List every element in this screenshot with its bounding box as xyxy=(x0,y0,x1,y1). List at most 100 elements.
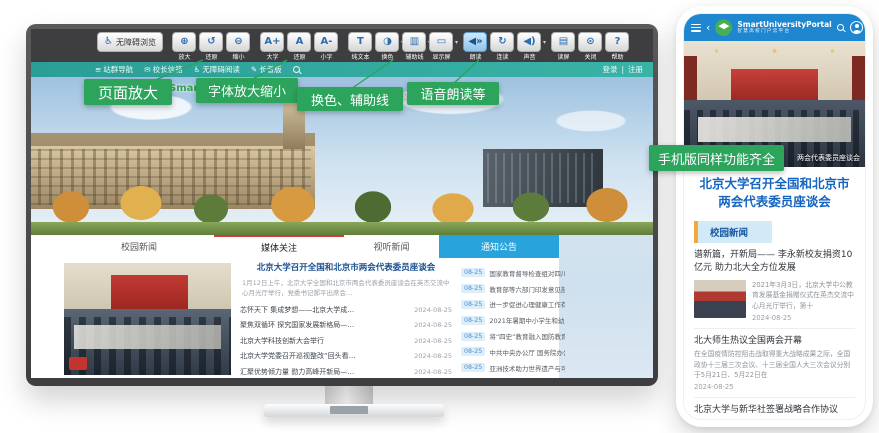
toolbar-button-page-restore[interactable]: ↺ 还原 xyxy=(198,32,225,63)
toolbar-button-zoom-in[interactable]: ⊕放大 xyxy=(171,32,198,63)
news-item-date: 2024-08-25 xyxy=(414,321,452,329)
news-list-item[interactable]: 汇聚优势倾力量 勠力高峰开新局—…2024-08-25 xyxy=(240,364,452,378)
button-label: 小字 xyxy=(315,54,338,62)
news-list-item[interactable]: 北京大学科技创新大会举行2024-08-25 xyxy=(240,333,452,349)
news-item-date: 2024-08-25 xyxy=(414,337,452,345)
news-headline[interactable]: 北京大学召开全国和北京市两会代表委员座谈会 xyxy=(240,263,452,275)
chevron-down-icon[interactable]: ▾ xyxy=(455,39,458,46)
news-item-title: 聚焦双循环 探究国家发展新格局—… xyxy=(240,320,354,330)
subnav-president-mailbox[interactable]: ✉校长信箱 xyxy=(144,64,182,75)
speaker-icon: ◀» xyxy=(463,32,487,52)
news-item-date: 2024-08-25 xyxy=(414,306,452,314)
subnav-accessible-reading[interactable]: ♿无障碍阅读 xyxy=(194,64,240,75)
news-list-item[interactable]: 北京大学党委召开巡视整改“回头看…2024-08-25 xyxy=(240,349,452,365)
notice-text: 中共中央办公厅 国务院办公… xyxy=(489,347,565,357)
notice-item[interactable]: 08-25亚洲技术助力世界遗产与可持… xyxy=(461,360,565,376)
toolbar-button-font-smaller[interactable]: A-小字 xyxy=(313,32,340,63)
photo-tables xyxy=(74,325,221,350)
monitor-stand-slot xyxy=(330,406,368,414)
notice-item[interactable]: 08-252021年暑期中小学生和幼儿 xyxy=(461,312,565,328)
subnav-site-navigation[interactable]: ≡站群导航 xyxy=(95,64,133,75)
notice-date-badge: 08-25 xyxy=(461,347,485,356)
brand-subtitle: 智慧高校门户云平台 xyxy=(737,29,831,34)
user-avatar-icon[interactable] xyxy=(850,21,863,34)
tab-notices[interactable]: 通知公告 xyxy=(439,235,559,258)
login-link[interactable]: 登录 xyxy=(602,64,617,75)
toolbar-button-help[interactable]: ?帮助 xyxy=(604,32,631,63)
news-tabs: 校园新闻 媒体关注 视听新闻 通知公告 xyxy=(64,235,559,258)
chevron-down-icon[interactable]: ▾ xyxy=(543,39,546,46)
hero-lawn xyxy=(31,222,653,235)
callout-font-resize: 字体放大缩小 xyxy=(196,78,298,103)
mobile-header: ‹ SmartUniversityPortal 智慧高校门户云平台 xyxy=(684,14,865,41)
toolbar-button-font-restore[interactable]: A还原 xyxy=(286,32,313,63)
article-title[interactable]: 北大师生热议全国两会开幕 xyxy=(694,335,855,349)
toolbar-button-font-larger[interactable]: A+大字 xyxy=(259,32,286,63)
mobile-article: 北大师生热议全国两会开幕 在全国疫情防控阻击战取得重大战略成果之际，全国政协十三… xyxy=(684,335,865,391)
toolbar-button-screen-reader[interactable]: ▤ 读屏 xyxy=(550,32,577,63)
accessibility-toolbar: ♿ 无障碍浏览 ⊕放大 ↺ 还原 ⊖缩小 A+大字 A还原 A-小字 T纯文本 ◑… xyxy=(31,29,653,62)
toolbar-button-voice-sound[interactable]: ◀)▾ 声音 xyxy=(516,32,543,63)
notice-date-badge: 08-25 xyxy=(461,268,485,277)
notice-date-badge: 08-25 xyxy=(461,332,485,341)
news-item-title: 北京大学党委召开巡视整改“回头看… xyxy=(240,351,356,361)
notice-item[interactable]: 08-25进一步促进心理健康工作有效… xyxy=(461,297,565,313)
article-title[interactable]: 北京大学与新华社签署战略合作协议 xyxy=(694,404,855,418)
button-label: 缩小 xyxy=(227,54,250,62)
toolbar-button-continuous-read[interactable]: ↻连读 xyxy=(489,32,516,63)
toolbar-button-guide-line[interactable]: ▥▾辅助线 xyxy=(401,32,428,63)
mobile-article: 北京大学与新华社签署战略合作协议 xyxy=(684,404,865,418)
volume-icon: ◀) xyxy=(517,32,541,52)
back-chevron-icon[interactable]: ‹ xyxy=(706,22,710,33)
toolbar-group-display: T纯文本 ◑▾换色 ▥▾辅助线 ▭▾显示屏 xyxy=(347,32,455,63)
news-photo[interactable] xyxy=(64,263,231,375)
mobile-phone-frame: ‹ SmartUniversityPortal 智慧高校门户云平台 两会代表委员… xyxy=(676,6,873,427)
auth-divider: | xyxy=(621,65,624,74)
news-list-item[interactable]: 聚焦双循环 探究国家发展新格局—… 2024-08-25 xyxy=(240,317,452,333)
notice-text: 2021年暑期中小学生和幼儿 xyxy=(489,315,565,325)
toolbar-button-color-scheme[interactable]: ◑▾换色 xyxy=(374,32,401,63)
article-title[interactable]: 谱新篇，开新局—— 李永新校友捐资10亿元 助力北大全方位发展 xyxy=(694,249,855,276)
section-campus-news[interactable]: 校园新闻 xyxy=(694,221,772,243)
toolbar-button-zoom-out[interactable]: ⊖缩小 xyxy=(225,32,252,63)
tab-media-focus[interactable]: 媒体关注 xyxy=(214,235,344,258)
hamburger-menu-icon[interactable] xyxy=(691,24,701,32)
notice-text: 将“四史”教育融入国防教育中 xyxy=(489,331,565,341)
restore-icon: ↺ xyxy=(199,32,223,52)
search-icon[interactable] xyxy=(293,66,300,73)
notice-item[interactable]: 08-25国家教育督导检查组对四川省… xyxy=(461,265,565,281)
callout-voice-reading: 语音朗读等 xyxy=(407,82,499,105)
notice-item[interactable]: 08-25 将“四史”教育融入国防教育中 xyxy=(461,328,565,344)
news-list-column: 北京大学召开全国和北京市两会代表委员座谈会 1月12日上午，北京大学全国和北京市… xyxy=(240,263,452,378)
button-label: 声音 xyxy=(518,54,541,62)
search-icon[interactable] xyxy=(837,24,844,31)
mobile-headline[interactable]: 北京大学召开全国和北京市两会代表委员座谈会 xyxy=(684,167,865,215)
subnav-label: 站群导航 xyxy=(103,64,133,75)
subnav-elder-version[interactable]: ✎长者版 xyxy=(251,64,282,75)
news-list-item[interactable]: 芯怀天下 集成梦想——北京大学成…2024-08-25 xyxy=(240,302,452,318)
notice-date-badge: 08-25 xyxy=(461,363,485,372)
toolbar-button-close[interactable]: ⊙关闭 xyxy=(577,32,604,63)
mobile-header-actions xyxy=(837,21,863,34)
accessibility-browse-button[interactable]: ♿ 无障碍浏览 xyxy=(97,32,163,52)
article-thumbnail[interactable] xyxy=(694,280,746,318)
button-label: 显示屏 xyxy=(430,54,453,62)
notice-item[interactable]: 08-25教育部等六部门印发意见部署… xyxy=(461,281,565,297)
notice-item[interactable]: 08-25 中共中央办公厅 国务院办公… xyxy=(461,344,565,360)
toolbar-button-plain-text[interactable]: T纯文本 xyxy=(347,32,374,63)
button-label: 关闭 xyxy=(579,54,602,62)
screen-reader-icon: ▤ xyxy=(551,32,575,52)
toolbar-button-display-screen[interactable]: ▭▾显示屏 xyxy=(428,32,455,63)
tab-video-news[interactable]: 视听新闻 xyxy=(344,235,439,258)
hero-autumn-trees xyxy=(31,173,653,227)
article-body: 2021年3月3日，北京大学中公教育发展基金捐赠仪式在英杰交流中心月光厅举行，第… xyxy=(694,280,855,323)
register-link[interactable]: 注册 xyxy=(628,64,643,75)
button-label: 读屏 xyxy=(552,54,575,62)
refresh-icon: ↻ xyxy=(490,32,514,52)
photo-logo-badge xyxy=(69,357,87,370)
photo-tables xyxy=(698,117,850,142)
tab-campus-news[interactable]: 校园新闻 xyxy=(64,235,214,258)
toolbar-group-speech: ◀»朗读 ↻连读 ◀)▾ 声音 xyxy=(462,32,543,63)
toolbar-button-read-aloud[interactable]: ◀»朗读 xyxy=(462,32,489,63)
button-label: 还原 xyxy=(200,54,223,62)
